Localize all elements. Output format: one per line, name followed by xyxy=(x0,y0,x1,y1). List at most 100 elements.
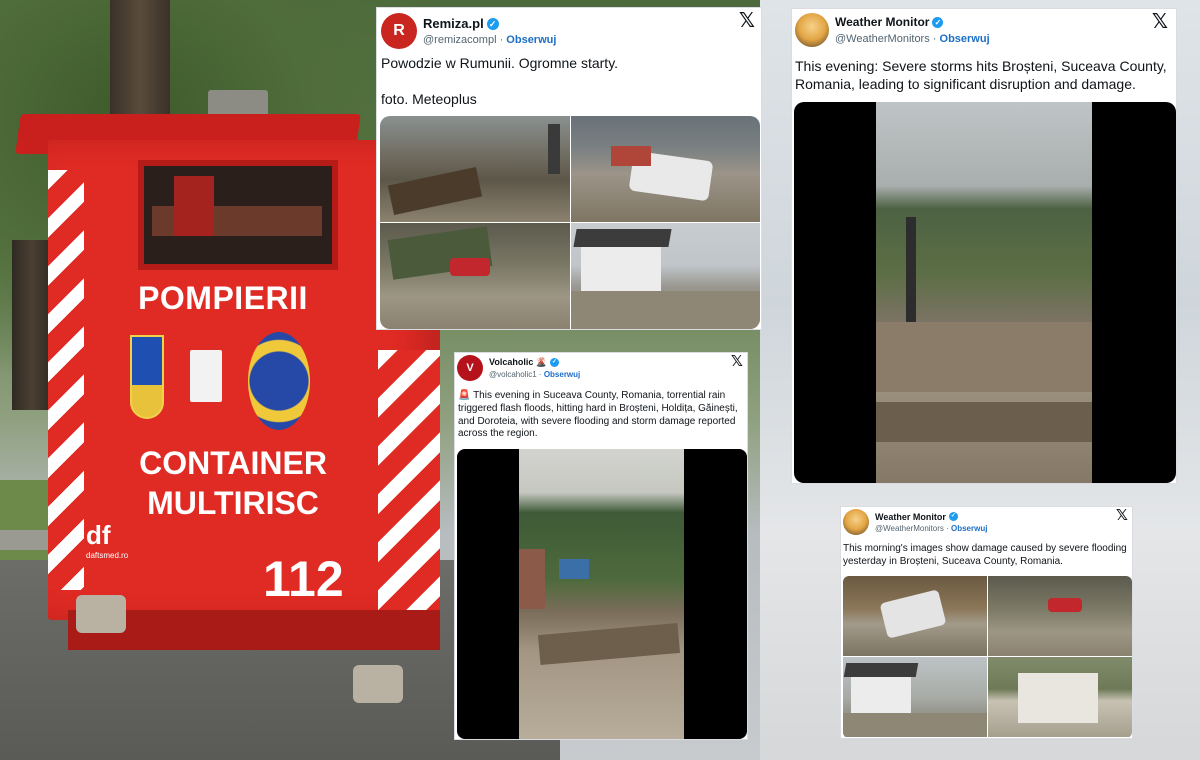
container-label-line2: MULTIRISC xyxy=(147,485,319,521)
tweet-header: Weather Monitor ✓ @WeatherMonitors · Obs… xyxy=(843,509,987,535)
tweet-card-volcaholic: V Volcaholic 🌋 ✓ @volcaholic1 · Obserwuj… xyxy=(454,352,748,740)
tweet-card-weather-monitor-video: Weather Monitor ✓ @WeatherMonitors · Obs… xyxy=(791,8,1177,484)
author-name[interactable]: Volcaholic 🌋 xyxy=(489,357,547,368)
hazard-stripes xyxy=(378,350,440,620)
flash-flood-street-video[interactable] xyxy=(457,449,747,739)
avatar[interactable] xyxy=(795,13,829,47)
author-handle[interactable]: @WeatherMonitors xyxy=(835,33,930,45)
house-roof xyxy=(843,663,919,677)
author-name[interactable]: Weather Monitor xyxy=(835,15,929,29)
muddy-bank xyxy=(876,402,1092,442)
flood-water xyxy=(876,322,1092,392)
emergency-number: 112 xyxy=(263,551,344,607)
tweet-header: Weather Monitor ✓ @WeatherMonitors · Obs… xyxy=(795,13,990,47)
blue-roof-house xyxy=(559,559,589,579)
author-handle-row: @remizacompl · Obserwuj xyxy=(423,34,557,46)
author-handle[interactable]: @remizacompl xyxy=(423,34,497,46)
red-car-photo[interactable] xyxy=(988,576,1132,656)
follow-button[interactable]: Obserwuj xyxy=(506,34,556,46)
roller-wheel xyxy=(353,665,403,703)
roller-wheel xyxy=(76,595,126,633)
tweet-author: Weather Monitor ✓ @WeatherMonitors · Obs… xyxy=(875,512,987,533)
collapsed-wall xyxy=(1018,673,1098,723)
debris xyxy=(537,622,681,666)
equipment-item xyxy=(174,176,214,236)
x-logo-icon[interactable]: 𝕏 xyxy=(1116,507,1128,524)
flood-river-video[interactable] xyxy=(794,102,1176,483)
wrecked-car-photo[interactable] xyxy=(571,116,760,222)
x-logo-icon[interactable]: 𝕏 xyxy=(739,8,755,32)
building xyxy=(519,549,545,609)
verified-badge-icon: ✓ xyxy=(948,512,958,521)
follow-button[interactable]: Obserwuj xyxy=(951,524,987,533)
red-car xyxy=(1048,598,1082,612)
video-frame xyxy=(519,449,684,739)
follow-button[interactable]: Obserwuj xyxy=(940,33,990,45)
author-handle[interactable]: @WeatherMonitors xyxy=(875,524,944,533)
verified-badge-icon: ✓ xyxy=(932,16,944,28)
follow-button[interactable]: Obserwuj xyxy=(544,370,580,379)
house-wall xyxy=(581,243,661,293)
flooded-house-photo[interactable] xyxy=(571,223,760,329)
tweet-card-weather-monitor-photos: Weather Monitor ✓ @WeatherMonitors · Obs… xyxy=(840,506,1133,739)
video-frame xyxy=(876,102,1092,483)
wrecked-car xyxy=(879,589,947,639)
inspection-sticker xyxy=(190,350,222,402)
emergency-emblem-icon xyxy=(248,332,310,430)
tweet-card-remiza: R Remiza.pl ✓ @remizacompl · Obserwuj 𝕏 … xyxy=(376,7,762,330)
tweet-text-body: This evening in Suceava County, Romania,… xyxy=(458,390,738,440)
house-roof xyxy=(573,229,672,247)
author-handle-row: @WeatherMonitors · Obserwuj xyxy=(875,523,988,533)
tweet-text: This morning's images show damage caused… xyxy=(843,543,1127,567)
container-label-line1: CONTAINER xyxy=(139,445,327,481)
author-handle-row: @volcaholic1 · Obserwuj xyxy=(489,370,581,379)
flood-water xyxy=(571,291,760,329)
manufacturer-logo: df daftsmed.ro xyxy=(86,520,129,570)
avatar[interactable]: V xyxy=(457,355,483,381)
avatar-letter: R xyxy=(393,22,405,39)
car-in-debris-photo[interactable] xyxy=(843,576,987,656)
manufacturer-url: daftsmed.ro xyxy=(86,551,129,560)
tweet-header: V Volcaholic 🌋 ✓ @volcaholic1 · Obserwuj xyxy=(457,355,580,381)
tree-trunk xyxy=(12,240,52,410)
tweet-text: Powodzie w Rumunii. Ogromne starty. xyxy=(381,55,619,71)
red-car xyxy=(450,258,490,276)
house-wall xyxy=(851,675,911,715)
tweet-media-grid xyxy=(843,576,1132,738)
manufacturer-logo-text: df xyxy=(86,520,111,550)
author-name-row: Remiza.pl ✓ xyxy=(423,16,556,31)
author-handle-row: @WeatherMonitors · Obserwuj xyxy=(835,33,990,45)
avatar-letter: V xyxy=(466,362,474,374)
debris-street-photo[interactable] xyxy=(380,116,570,222)
hazard-stripes xyxy=(48,170,84,590)
person-figure xyxy=(548,124,560,174)
author-name[interactable]: Remiza.pl xyxy=(423,16,484,31)
container-title: POMPIERII xyxy=(138,280,308,316)
tweet-author: Remiza.pl ✓ @remizacompl · Obserwuj xyxy=(423,16,556,46)
author-name-row: Weather Monitor ✓ xyxy=(835,15,990,29)
flooded-house-photo[interactable] xyxy=(843,657,987,737)
tweet-media-grid xyxy=(380,116,760,329)
coat-of-arms-icon xyxy=(130,335,164,419)
x-logo-icon[interactable]: 𝕏 xyxy=(731,353,743,370)
utility-pole xyxy=(906,217,916,337)
author-handle[interactable]: @volcaholic1 xyxy=(489,370,537,379)
verified-badge-icon: ✓ xyxy=(550,358,560,367)
flood-water xyxy=(843,713,987,737)
tweet-header: R Remiza.pl ✓ @remizacompl · Obserwuj xyxy=(381,13,556,49)
verified-badge-icon: ✓ xyxy=(486,17,499,30)
container-window xyxy=(138,160,338,270)
tweet-text: 🚨 This evening in Suceava County, Romani… xyxy=(458,390,744,441)
debris-pile xyxy=(387,166,483,216)
tweet-author: Volcaholic 🌋 ✓ @volcaholic1 · Obserwuj xyxy=(489,357,580,379)
house-roof xyxy=(611,146,651,166)
damaged-wall-photo[interactable] xyxy=(988,657,1132,737)
author-name[interactable]: Weather Monitor xyxy=(875,512,946,522)
tweet-text: This evening: Severe storms hits Broșten… xyxy=(795,58,1167,92)
author-name-row: Volcaholic 🌋 ✓ xyxy=(489,357,580,368)
x-logo-icon[interactable]: 𝕏 xyxy=(1152,9,1168,33)
avatar[interactable]: R xyxy=(381,13,417,49)
avatar[interactable] xyxy=(843,509,869,535)
tweet-photo-credit: foto. Meteoplus xyxy=(381,91,477,107)
red-car-in-mud-photo[interactable] xyxy=(380,223,570,329)
